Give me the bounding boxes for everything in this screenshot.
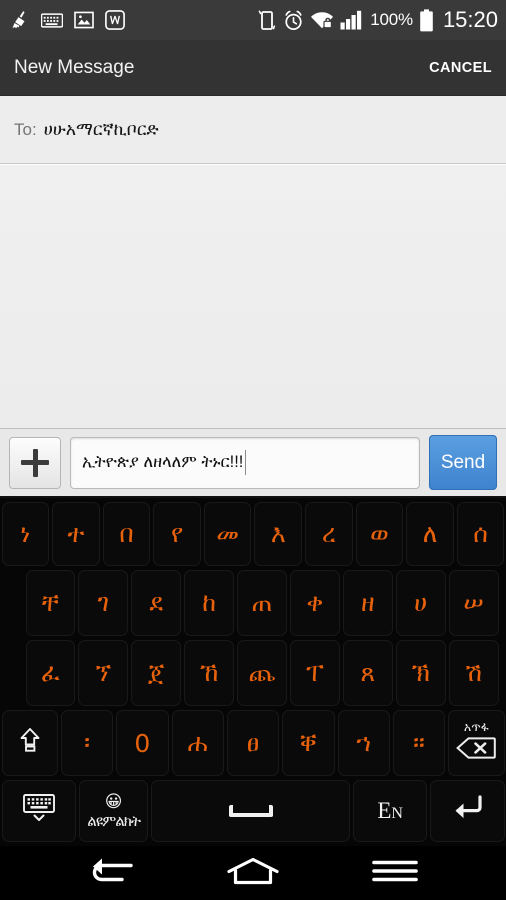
status-bar-left-icons xyxy=(10,10,125,30)
key-row2-6[interactable]: ቀ xyxy=(289,570,340,636)
wifi-secure-icon xyxy=(310,11,334,30)
key-row1-6[interactable]: እ xyxy=(254,502,303,566)
key-row1-5[interactable]: መ xyxy=(203,502,252,566)
key-row2-7[interactable]: ዘ xyxy=(342,570,393,636)
status-clock: 15:20 xyxy=(442,7,498,32)
key-row2-3[interactable]: ደ xyxy=(131,570,182,636)
language-switch-key[interactable]: En xyxy=(353,780,428,842)
key-row3-5[interactable]: ጨ xyxy=(237,640,287,706)
keyboard-icon xyxy=(41,12,63,28)
key-row1-10[interactable]: ሰ xyxy=(456,502,505,566)
key-row2-5[interactable]: ጠ xyxy=(237,570,287,636)
key-row2-9[interactable]: ሠ xyxy=(448,570,499,636)
nav-menu-button[interactable] xyxy=(360,852,430,894)
key-row4-5[interactable]: ቐ xyxy=(282,710,335,776)
shift-key[interactable] xyxy=(1,710,58,776)
delete-key-label: አጥፋ xyxy=(463,719,489,735)
cancel-button[interactable]: CANCEL xyxy=(429,60,492,76)
nav-home-button[interactable] xyxy=(218,852,288,894)
conversation-area xyxy=(0,164,506,428)
battery-full-icon xyxy=(419,8,434,32)
keyboard-row-1: ነ ተ በ የ መ እ ረ ወ ለ ሰ xyxy=(0,498,506,568)
key-row1-7[interactable]: ረ xyxy=(305,502,353,566)
keyboard-row-3: ፈ ኘ ጀ ኸ ጨ ፐ ጸ ኽ ሽ xyxy=(0,638,506,708)
text-caret xyxy=(245,450,247,475)
backspace-icon xyxy=(456,736,497,765)
navigation-bar xyxy=(0,846,506,900)
key-row3-1[interactable]: ፈ xyxy=(25,640,76,706)
battery-percent-label: 100% xyxy=(370,10,413,29)
emoji-symbols-key[interactable]: 😀 ልዩምልክት xyxy=(78,780,149,842)
menu-icon xyxy=(372,859,418,888)
space-key[interactable] xyxy=(151,780,351,842)
recipient-label: To: xyxy=(14,119,37,139)
signal-bars-icon xyxy=(340,10,364,30)
key-row3-8[interactable]: ኽ xyxy=(395,640,446,706)
alarm-clock-icon xyxy=(283,10,304,31)
key-row3-9[interactable]: ሽ xyxy=(448,640,499,706)
enter-key[interactable] xyxy=(430,780,505,842)
nav-back-button[interactable] xyxy=(76,852,146,894)
key-row4-4[interactable]: ፀ xyxy=(226,710,280,776)
key-row1-1[interactable]: ነ xyxy=(1,502,50,566)
keyboard-row-4: ፡ 0 ሐ ፀ ቐ ኀ ። አጥፋ xyxy=(0,708,506,778)
image-icon xyxy=(74,11,94,29)
add-attachment-button[interactable] xyxy=(9,436,61,489)
key-row4-3[interactable]: ሐ xyxy=(171,710,224,776)
wps-office-icon xyxy=(105,10,125,30)
status-bar-right-icons: 100% 15:20 xyxy=(257,7,498,33)
keyboard-row-5: 😀 ልዩምልክት En xyxy=(0,778,506,844)
shift-icon xyxy=(18,727,42,759)
enter-return-icon xyxy=(450,794,484,828)
key-row1-9[interactable]: ለ xyxy=(406,502,454,566)
key-row3-3[interactable]: ጀ xyxy=(131,640,182,706)
keyboard-row-2: ቸ ገ ደ ከ ጠ ቀ ዘ ሀ ሠ xyxy=(0,568,506,638)
key-row3-7[interactable]: ጸ xyxy=(342,640,393,706)
key-row1-4[interactable]: የ xyxy=(153,502,201,566)
clean-broom-icon xyxy=(10,10,30,30)
key-row2-1[interactable]: ቸ xyxy=(25,570,76,636)
key-row4-6[interactable]: ኀ xyxy=(337,710,390,776)
key-row1-8[interactable]: ወ xyxy=(355,502,404,566)
key-row3-6[interactable]: ፐ xyxy=(289,640,340,706)
amharic-keyboard: ነ ተ በ የ መ እ ረ ወ ለ ሰ ቸ ገ ደ ከ ጠ ቀ ዘ ሀ ሠ ፈ … xyxy=(0,498,506,846)
message-input-text: ኢትዮጵያ ለዘላለም ትኑር!!! xyxy=(82,453,244,471)
hide-keyboard-key[interactable] xyxy=(1,780,76,842)
space-bar-icon xyxy=(228,805,273,817)
key-row4-2[interactable]: 0 xyxy=(116,710,169,776)
key-row1-2[interactable]: ተ xyxy=(52,502,100,566)
send-button[interactable]: Send xyxy=(429,435,497,490)
language-key-label: En xyxy=(377,798,403,823)
emoji-icon: 😀 xyxy=(104,791,123,812)
key-row4-7[interactable]: ። xyxy=(392,710,446,776)
recipient-input[interactable]: ሀሁአማርኛኪቦርድ xyxy=(44,119,159,140)
hide-keyboard-icon xyxy=(21,793,57,829)
key-row3-4[interactable]: ኸ xyxy=(184,640,235,706)
key-row4-1[interactable]: ፡ xyxy=(60,710,114,776)
status-bar: 100% 15:20 xyxy=(0,0,506,40)
key-row2-2[interactable]: ገ xyxy=(78,570,129,636)
back-icon xyxy=(87,857,135,890)
recipient-row[interactable]: To: ሀሁአማርኛኪቦርድ xyxy=(0,96,506,164)
action-bar: New Message CANCEL xyxy=(0,40,506,96)
home-icon xyxy=(227,857,279,890)
compose-bar: ኢትዮጵያ ለዘላለም ትኑር!!! Send xyxy=(0,428,506,498)
key-row2-4[interactable]: ከ xyxy=(184,570,235,636)
page-title: New Message xyxy=(14,56,135,78)
emoji-key-label: ልዩምልክት xyxy=(87,811,141,830)
key-row3-2[interactable]: ኘ xyxy=(78,640,129,706)
delete-key[interactable]: አጥፋ xyxy=(448,710,505,776)
phone-screen: 100% 15:20 New Message CANCEL To: ሀሁአማርኛ… xyxy=(0,0,506,900)
vibrate-phone-icon xyxy=(257,9,277,31)
key-row1-3[interactable]: በ xyxy=(102,502,151,566)
message-input[interactable]: ኢትዮጵያ ለዘላለም ትኑር!!! xyxy=(70,436,420,489)
key-row2-8[interactable]: ሀ xyxy=(395,570,446,636)
